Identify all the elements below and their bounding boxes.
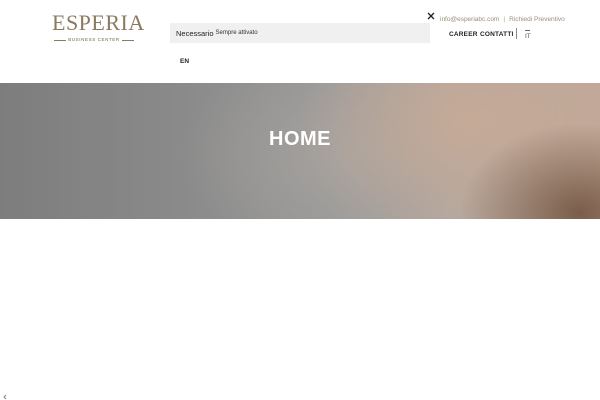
- cookie-category-status: Sempre attivato: [215, 30, 258, 36]
- logo-subtitle-row: BUSINESS CENTER: [52, 36, 136, 44]
- nav-contatti[interactable]: CONTATTI: [480, 31, 514, 38]
- site-logo[interactable]: ESPERIA BUSINESS CENTER: [52, 10, 145, 44]
- page: ESPERIA BUSINESS CENTER Necessario Sempr…: [0, 0, 600, 400]
- language-current-marker: [525, 30, 531, 31]
- top-contact-links: info@esperiabc.com | Richiedi Preventivo: [440, 16, 565, 23]
- language-alternate[interactable]: EN: [180, 58, 189, 65]
- nav-divider: [516, 28, 517, 39]
- logo-subtitle: BUSINESS CENTER: [68, 37, 120, 42]
- cookie-category-name: Necessario: [176, 28, 214, 38]
- logo-rule-left: [54, 40, 66, 41]
- close-icon[interactable]: [426, 11, 436, 21]
- language-current[interactable]: IT: [525, 30, 531, 40]
- hero-banner: HOME: [0, 83, 600, 219]
- logo-wordmark: ESPERIA: [52, 10, 145, 35]
- nav-career[interactable]: CAREER: [449, 31, 478, 38]
- chevron-left-icon[interactable]: [2, 394, 8, 400]
- language-current-label: IT: [525, 33, 531, 40]
- link-separator: |: [503, 16, 506, 23]
- quote-link[interactable]: Richiedi Preventivo: [509, 16, 565, 23]
- page-title: HOME: [269, 128, 331, 150]
- cookie-category-bar[interactable]: Necessario Sempre attivato: [170, 23, 430, 43]
- logo-rule-right: [122, 40, 134, 41]
- email-link[interactable]: info@esperiabc.com: [440, 16, 499, 23]
